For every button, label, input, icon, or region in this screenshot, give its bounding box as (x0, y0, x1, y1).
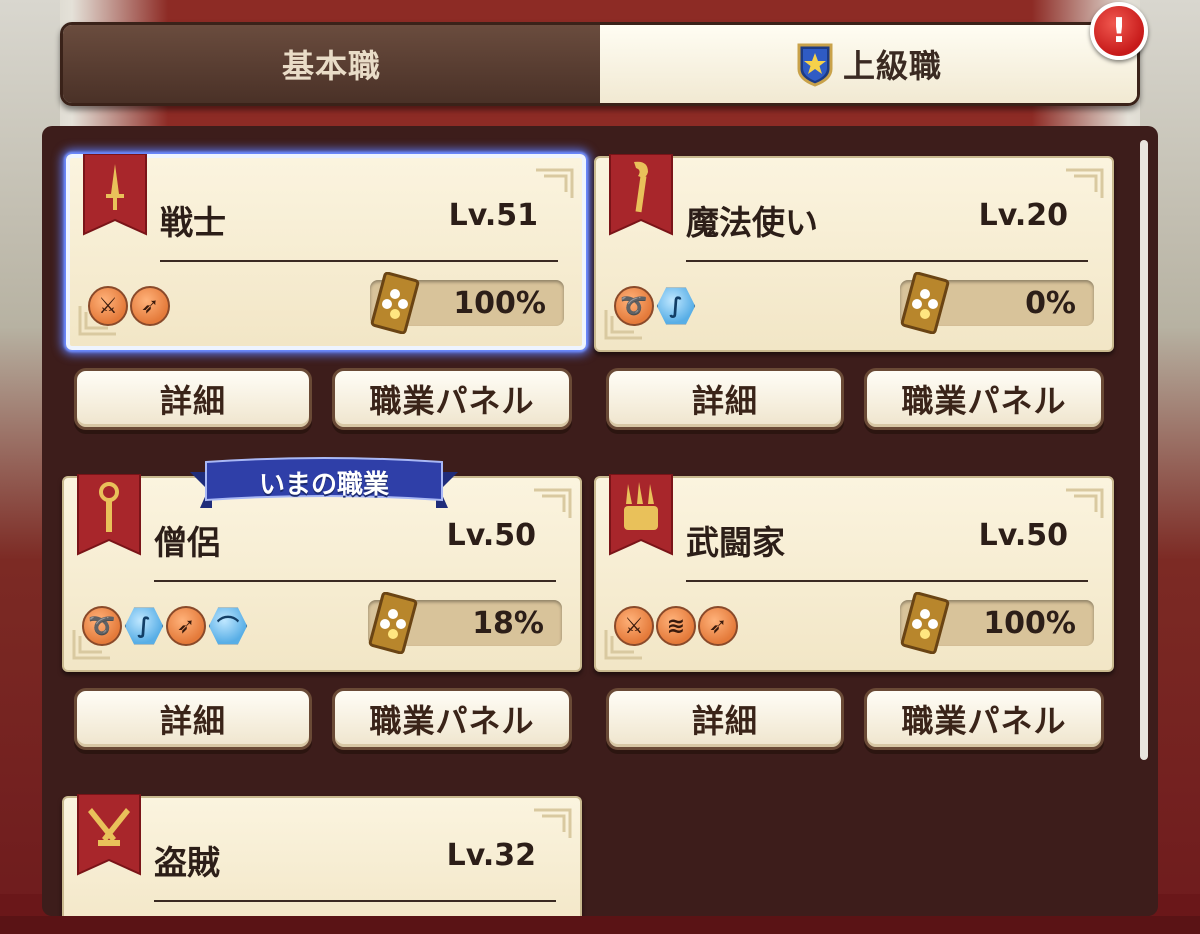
job-level: Lv.50 (446, 518, 536, 553)
job-panel-icon (370, 272, 420, 334)
staff-icon (609, 154, 673, 236)
priest-detail-button[interactable]: 詳細 (74, 688, 312, 750)
weapon-icons: ⚔ ≋ ➶ (614, 606, 738, 646)
boomerang-weapon-icon: ⌒ (208, 607, 248, 645)
priest-job-panel-button[interactable]: 職業パネル (332, 688, 572, 750)
alert-badge-icon[interactable]: ! (1090, 2, 1148, 60)
job-panel-progress: 0% (900, 272, 1094, 334)
job-level: Lv.51 (448, 198, 538, 233)
current-job-ribbon: いまの職業 (190, 456, 458, 516)
weapon-icons: ⚔ ➶ (88, 286, 170, 326)
job-card-thief[interactable]: 盗賊 Lv.32 (62, 794, 582, 934)
tab-basic-jobs-label: 基本職 (281, 47, 381, 85)
job-panel-icon (900, 272, 950, 334)
card-divider (686, 260, 1088, 262)
tab-advanced-jobs[interactable]: 上級職 (600, 25, 1137, 103)
martial-artist-detail-button[interactable]: 詳細 (606, 688, 844, 750)
job-panel-progress: 18% (368, 592, 562, 654)
staff-weapon-icon: ∫ (656, 287, 696, 325)
spear-weapon-icon: ➶ (698, 606, 738, 646)
job-panel-percent: 18% (472, 606, 544, 641)
job-list-scrollbar[interactable] (1140, 140, 1148, 760)
card-corner-ornament (534, 488, 572, 518)
whip-weapon-icon: ➰ (82, 606, 122, 646)
warrior-job-panel-button[interactable]: 職業パネル (332, 368, 572, 430)
job-panel-percent: 0% (1025, 286, 1076, 321)
card-corner-ornament (534, 808, 572, 838)
job-name: 魔法使い (686, 203, 818, 242)
job-level: Lv.32 (446, 838, 536, 873)
sword-weapon-icon: ⚔ (88, 286, 128, 326)
spear-weapon-icon: ➶ (130, 286, 170, 326)
bottom-edge (0, 916, 1200, 934)
mace-icon (77, 474, 141, 556)
job-card-martial-artist[interactable]: 武闘家 Lv.50 ⚔ ≋ ➶ 100% (594, 474, 1114, 672)
sword-weapon-icon: ⚔ (614, 606, 654, 646)
job-card-mage[interactable]: 魔法使い Lv.20 ➰ ∫ 0% (594, 154, 1114, 352)
staff-weapon-icon: ∫ (124, 607, 164, 645)
martial-artist-job-panel-button[interactable]: 職業パネル (864, 688, 1104, 750)
job-panel-icon (368, 592, 418, 654)
job-name: 戦士 (160, 203, 226, 242)
job-panel-percent: 100% (983, 606, 1076, 641)
card-corner-ornament (1066, 488, 1104, 518)
current-job-label: いまの職業 (258, 470, 389, 500)
card-divider (686, 580, 1088, 582)
weapon-icons: ➰ ∫ ➶ ⌒ (82, 606, 248, 646)
job-name: 盗賊 (154, 843, 220, 882)
tab-basic-jobs[interactable]: 基本職 (63, 25, 600, 103)
job-card-warrior[interactable]: 戦士 Lv.51 ⚔ ➶ 100% (66, 154, 586, 350)
card-divider (154, 900, 556, 902)
job-name: 武闘家 (686, 523, 785, 562)
job-level: Lv.20 (978, 198, 1068, 233)
weapon-icons: ➰ ∫ (614, 286, 696, 326)
whip-weapon-icon: ➰ (614, 286, 654, 326)
tab-advanced-jobs-label: 上級職 (842, 47, 942, 85)
job-name: 僧侶 (154, 523, 220, 562)
sword-icon (83, 154, 147, 236)
job-panel-icon (900, 592, 950, 654)
warrior-detail-button[interactable]: 詳細 (74, 368, 312, 430)
claw-weapon-icon: ≋ (656, 606, 696, 646)
job-panel-percent: 100% (453, 286, 546, 321)
job-panel-progress: 100% (370, 272, 564, 334)
shield-star-icon (797, 43, 833, 87)
job-level: Lv.50 (978, 518, 1068, 553)
card-divider (160, 260, 558, 262)
claw-icon (609, 474, 673, 556)
job-category-tabs: 基本職 上級職 (60, 22, 1140, 106)
card-corner-ornament (1066, 168, 1104, 198)
spear-weapon-icon: ➶ (166, 606, 206, 646)
card-divider (154, 580, 556, 582)
mage-job-panel-button[interactable]: 職業パネル (864, 368, 1104, 430)
job-panel-progress: 100% (900, 592, 1094, 654)
mage-detail-button[interactable]: 詳細 (606, 368, 844, 430)
daggers-icon (77, 794, 141, 876)
card-corner-ornament (536, 168, 574, 198)
